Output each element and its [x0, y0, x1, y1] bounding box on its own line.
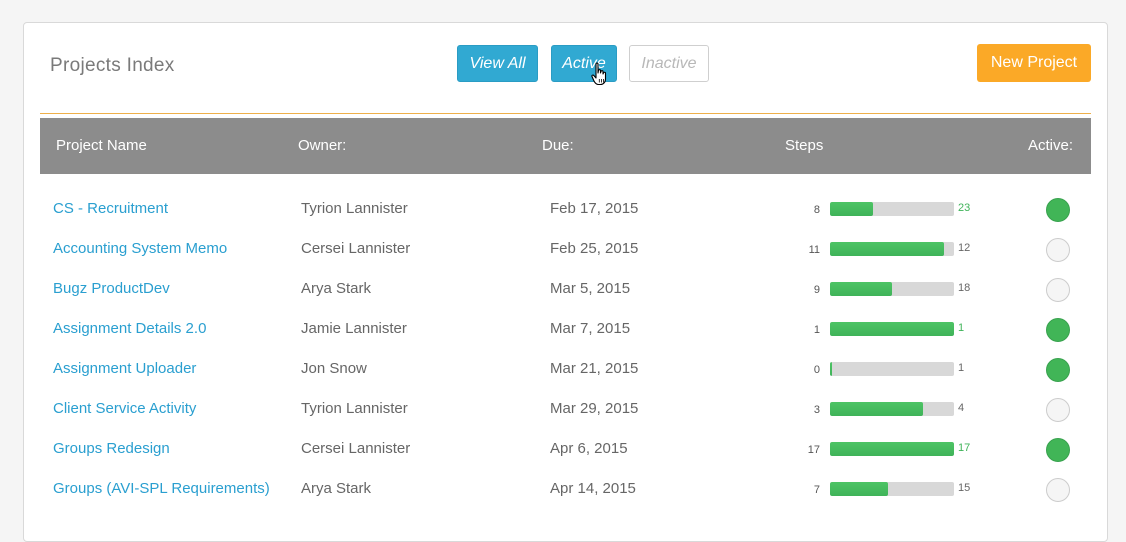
- column-header-name: Project Name: [56, 137, 147, 154]
- column-header-steps: Steps: [785, 137, 824, 154]
- hand-cursor-icon: [591, 62, 607, 86]
- due-date: Apr 14, 2015: [550, 480, 636, 497]
- table-row: Assignment Details 2.0 Jamie Lannister M…: [40, 309, 1091, 349]
- owner-name: Cersei Lannister: [301, 440, 411, 457]
- steps-total: 1: [958, 362, 965, 374]
- progress-fill: [830, 402, 923, 416]
- steps-completed: 8: [813, 204, 820, 216]
- progress-fill: [830, 322, 954, 336]
- steps-progress-bar: [830, 482, 954, 496]
- owner-name: Cersei Lannister: [301, 240, 411, 257]
- progress-fill: [830, 362, 832, 376]
- table-row: Groups (AVI-SPL Requirements) Arya Stark…: [40, 469, 1091, 509]
- steps-total: 18: [958, 282, 971, 294]
- column-header-owner: Owner:: [298, 137, 347, 154]
- header-divider: [40, 113, 1091, 114]
- project-name-link[interactable]: Groups (AVI-SPL Requirements): [53, 480, 270, 497]
- project-name-link[interactable]: Accounting System Memo: [53, 240, 227, 257]
- column-header-due: Due:: [542, 137, 574, 154]
- steps-progress-bar: [830, 322, 954, 336]
- active-status-toggle[interactable]: [1046, 478, 1070, 502]
- due-date: Mar 29, 2015: [550, 400, 639, 417]
- steps-completed: 11: [808, 244, 820, 256]
- steps-total: 17: [958, 442, 971, 454]
- steps-progress-bar: [830, 202, 954, 216]
- active-status-toggle[interactable]: [1046, 438, 1070, 462]
- active-status-toggle[interactable]: [1046, 398, 1070, 422]
- steps-completed: 0: [813, 364, 820, 376]
- steps-completed: 7: [813, 484, 820, 496]
- view-all-button[interactable]: View All: [457, 45, 538, 82]
- table-row: Assignment Uploader Jon Snow Mar 21, 201…: [40, 349, 1091, 389]
- steps-total: 1: [958, 322, 965, 334]
- steps-progress-bar: [830, 442, 954, 456]
- new-project-button[interactable]: New Project: [977, 44, 1091, 82]
- table-row: Groups Redesign Cersei Lannister Apr 6, …: [40, 429, 1091, 469]
- due-date: Mar 7, 2015: [550, 320, 631, 337]
- owner-name: Tyrion Lannister: [301, 200, 408, 217]
- progress-fill: [830, 282, 892, 296]
- table-row: Bugz ProductDev Arya Stark Mar 5, 2015 9…: [40, 269, 1091, 309]
- table-row: Accounting System Memo Cersei Lannister …: [40, 229, 1091, 269]
- project-name-link[interactable]: Client Service Activity: [53, 400, 196, 417]
- steps-completed: 9: [813, 284, 820, 296]
- due-date: Mar 21, 2015: [550, 360, 639, 377]
- steps-progress-bar: [830, 362, 954, 376]
- steps-total: 12: [958, 242, 971, 254]
- inactive-filter-button[interactable]: Inactive: [629, 45, 709, 82]
- page-title: Projects Index: [50, 55, 175, 76]
- owner-name: Arya Stark: [301, 280, 372, 297]
- owner-name: Tyrion Lannister: [301, 400, 408, 417]
- steps-total: 15: [958, 482, 971, 494]
- active-status-toggle[interactable]: [1046, 318, 1070, 342]
- steps-progress-bar: [830, 282, 954, 296]
- project-name-link[interactable]: Bugz ProductDev: [53, 280, 170, 297]
- due-date: Mar 5, 2015: [550, 280, 631, 297]
- table-row: CS - Recruitment Tyrion Lannister Feb 17…: [40, 189, 1091, 229]
- steps-completed: 3: [813, 404, 820, 416]
- progress-fill: [830, 442, 954, 456]
- table-header: Project Name Owner: Due: Steps Active:: [40, 118, 1091, 174]
- owner-name: Arya Stark: [301, 480, 372, 497]
- due-date: Apr 6, 2015: [550, 440, 628, 457]
- steps-total: 23: [958, 202, 971, 214]
- progress-fill: [830, 242, 945, 256]
- active-status-toggle[interactable]: [1046, 198, 1070, 222]
- active-status-toggle[interactable]: [1046, 358, 1070, 382]
- steps-completed: 1: [813, 324, 820, 336]
- progress-fill: [830, 202, 874, 216]
- project-name-link[interactable]: Groups Redesign: [53, 440, 170, 457]
- owner-name: Jon Snow: [301, 360, 367, 377]
- owner-name: Jamie Lannister: [301, 320, 407, 337]
- progress-fill: [830, 482, 889, 496]
- project-name-link[interactable]: Assignment Uploader: [53, 360, 196, 377]
- steps-total: 4: [958, 402, 965, 414]
- active-status-toggle[interactable]: [1046, 238, 1070, 262]
- steps-progress-bar: [830, 242, 954, 256]
- table-row: Client Service Activity Tyrion Lannister…: [40, 389, 1091, 429]
- steps-completed: 17: [807, 444, 820, 456]
- due-date: Feb 17, 2015: [550, 200, 639, 217]
- project-name-link[interactable]: Assignment Details 2.0: [53, 320, 206, 337]
- project-name-link[interactable]: CS - Recruitment: [53, 200, 168, 217]
- column-header-active: Active:: [1028, 137, 1074, 154]
- steps-progress-bar: [830, 402, 954, 416]
- active-status-toggle[interactable]: [1046, 278, 1070, 302]
- due-date: Feb 25, 2015: [550, 240, 639, 257]
